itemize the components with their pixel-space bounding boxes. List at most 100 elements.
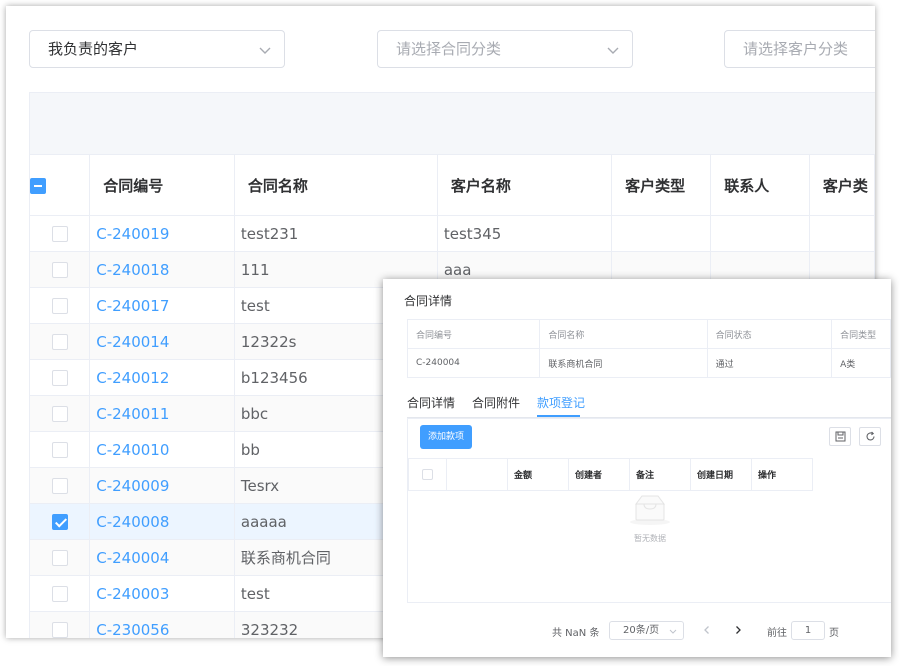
contract-code-link[interactable]: C-240008 xyxy=(89,503,235,540)
row-select-cell[interactable] xyxy=(28,611,91,638)
customer-category-select[interactable]: 请选择客户分类 xyxy=(724,30,875,68)
contract-category-select[interactable]: 请选择合同分类 xyxy=(377,30,633,68)
contract-code-link[interactable]: C-240017 xyxy=(89,287,235,324)
row-checkbox[interactable] xyxy=(51,514,68,530)
payment-header-row: 金额 创建者 备注 创建日期 操作 xyxy=(408,458,813,491)
row-checkbox[interactable] xyxy=(51,334,68,350)
header-customer-type[interactable]: 客户类型 xyxy=(611,154,712,216)
contract-code-link[interactable]: C-240019 xyxy=(89,215,235,252)
row-checkbox[interactable] xyxy=(51,226,68,242)
customer-name-cell: test345 xyxy=(436,215,613,252)
row-checkbox[interactable] xyxy=(51,622,68,638)
info-value-row: C-240004 联系商机合同 通过 A类 xyxy=(406,348,891,378)
contract-code-link[interactable]: C-240018 xyxy=(89,251,235,288)
empty-state: 暂无数据 xyxy=(408,492,891,544)
row-checkbox[interactable] xyxy=(51,478,68,494)
table-row[interactable]: C-240019 test231 test345 xyxy=(28,215,875,252)
contract-code-link[interactable]: C-240014 xyxy=(89,323,235,360)
row-select-cell[interactable] xyxy=(28,251,91,288)
header-customer-name[interactable]: 客户名称 xyxy=(436,154,613,216)
payment-header-actions[interactable]: 操作 xyxy=(751,458,813,491)
row-checkbox[interactable] xyxy=(51,370,68,386)
chevron-down-icon xyxy=(607,47,619,54)
empty-box-icon xyxy=(630,495,670,525)
refresh-button[interactable] xyxy=(859,427,881,446)
contract-info-table: 合同编号 合同名称 合同状态 合同类型 C-240004 联系商机合同 通过 A… xyxy=(406,319,891,378)
tab-contract-attachments[interactable]: 合同附件 xyxy=(472,394,520,411)
info-header-type: 合同类型 xyxy=(831,319,891,349)
header-customer-category[interactable]: 客户类 xyxy=(808,154,875,216)
table-toolbar xyxy=(29,92,875,155)
active-tab-indicator xyxy=(537,415,580,417)
contract-code-link[interactable]: C-240011 xyxy=(89,395,235,432)
row-select-cell[interactable] xyxy=(28,359,91,396)
payment-header-created-date[interactable]: 创建日期 xyxy=(690,458,752,491)
page-size-value: 20条/页 xyxy=(623,625,660,636)
row-checkbox[interactable] xyxy=(51,442,68,458)
payment-select-all-checkbox[interactable] xyxy=(422,469,433,480)
contract-category-placeholder: 请选择合同分类 xyxy=(396,40,502,58)
detail-tabs: 合同详情 合同附件 款项登记 xyxy=(407,393,891,419)
page-size-select[interactable]: 20条/页 xyxy=(609,621,684,640)
select-all-cell[interactable] xyxy=(28,154,91,216)
row-select-cell[interactable] xyxy=(28,215,91,252)
info-header-status: 合同状态 xyxy=(706,319,833,349)
save-layout-button[interactable] xyxy=(829,427,851,446)
row-select-cell[interactable] xyxy=(28,287,91,324)
header-contract-code[interactable]: 合同编号 xyxy=(89,154,235,216)
owner-filter-select[interactable]: 我负责的客户 xyxy=(29,30,285,68)
payment-panel: 添加款项 金额 创建者 备注 创建日期 操作 暂无数据 xyxy=(407,418,891,603)
row-select-cell[interactable] xyxy=(28,467,91,504)
row-checkbox[interactable] xyxy=(51,550,68,566)
row-select-cell[interactable] xyxy=(28,395,91,432)
next-page-icon[interactable] xyxy=(733,625,743,635)
contract-detail-dialog: 合同详情 合同编号 合同名称 合同状态 合同类型 C-240004 联系商机合同… xyxy=(383,279,891,657)
row-checkbox[interactable] xyxy=(51,262,68,278)
owner-filter-value: 我负责的客户 xyxy=(48,40,139,58)
customer-category-cell xyxy=(808,215,875,252)
table-header-row: 合同编号 合同名称 客户名称 客户类型 联系人 客户类 xyxy=(28,154,875,216)
row-select-cell[interactable] xyxy=(28,539,91,576)
info-value-code: C-240004 xyxy=(406,348,541,378)
contact-cell xyxy=(710,215,810,252)
info-value-status: 通过 xyxy=(706,348,833,378)
info-value-name: 联系商机合同 xyxy=(539,348,708,378)
row-select-cell[interactable] xyxy=(28,575,91,612)
row-select-cell[interactable] xyxy=(28,431,91,468)
payment-header-blank xyxy=(446,458,508,491)
goto-page-input[interactable]: 1 xyxy=(791,621,825,640)
payment-header-creator[interactable]: 创建者 xyxy=(568,458,630,491)
row-checkbox[interactable] xyxy=(51,298,68,314)
tab-payment-registration[interactable]: 款项登记 xyxy=(537,394,585,411)
row-checkbox[interactable] xyxy=(51,586,68,602)
contract-code-link[interactable]: C-240004 xyxy=(89,539,235,576)
dialog-title: 合同详情 xyxy=(404,294,453,308)
row-select-cell[interactable] xyxy=(28,323,91,360)
info-header-name: 合同名称 xyxy=(539,319,708,349)
payment-select-all-cell[interactable] xyxy=(408,458,447,491)
goto-label: 前往 xyxy=(767,628,787,639)
refresh-icon xyxy=(866,431,875,441)
contract-code-link[interactable]: C-240003 xyxy=(89,575,235,612)
contract-code-link[interactable]: C-230056 xyxy=(89,611,235,638)
prev-page-icon[interactable] xyxy=(702,625,712,635)
customer-type-cell xyxy=(611,215,712,252)
chevron-down-icon xyxy=(669,629,677,634)
info-header-row: 合同编号 合同名称 合同状态 合同类型 xyxy=(406,319,891,349)
contract-code-link[interactable]: C-240012 xyxy=(89,359,235,396)
payment-header-remark[interactable]: 备注 xyxy=(629,458,691,491)
payment-header-amount[interactable]: 金额 xyxy=(507,458,569,491)
tab-contract-detail[interactable]: 合同详情 xyxy=(407,394,455,411)
header-contract-name[interactable]: 合同名称 xyxy=(233,154,438,216)
save-icon xyxy=(835,431,846,442)
page-unit: 页 xyxy=(829,628,839,639)
row-checkbox[interactable] xyxy=(51,406,68,422)
contract-code-link[interactable]: C-240009 xyxy=(89,467,235,504)
contract-code-link[interactable]: C-240010 xyxy=(89,431,235,468)
row-select-cell[interactable] xyxy=(28,503,91,540)
customer-category-placeholder: 请选择客户分类 xyxy=(743,40,849,58)
add-payment-button[interactable]: 添加款项 xyxy=(420,425,472,449)
payment-table: 金额 创建者 备注 创建日期 操作 xyxy=(408,458,813,491)
header-contact[interactable]: 联系人 xyxy=(710,154,810,216)
select-all-checkbox[interactable] xyxy=(30,177,46,194)
